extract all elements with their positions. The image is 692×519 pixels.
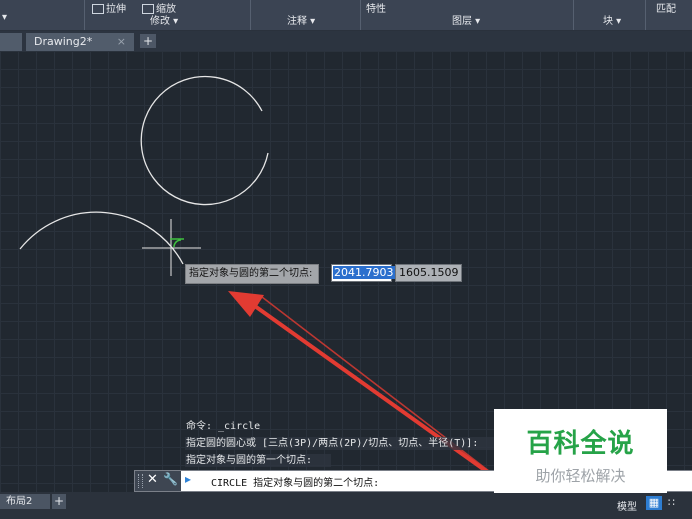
close-icon[interactable]: ✕ [147,472,158,487]
x-coordinate-value: 2041.7903 [333,266,395,279]
ribbon-separator [573,0,574,30]
tab-drawing2[interactable]: Drawing2* × [26,33,134,51]
circle-entity [140,75,269,206]
panel-modify-label[interactable]: 修改 ▾ [150,12,178,27]
command-input[interactable]: CIRCLE 指定对象与圆的第二个切点: [211,474,379,489]
stretch-icon [92,4,104,14]
wrench-icon[interactable]: 🔧 [163,472,178,486]
panel-layers-label[interactable]: 图层 ▾ [452,12,480,27]
x-coordinate-input[interactable]: 2041.7903 [331,264,395,282]
command-history-line: 命令: _circle [186,421,261,432]
panel-block-label[interactable]: 块 ▾ [603,12,621,27]
tab-layout2[interactable]: 布局2 [0,494,50,509]
ribbon-separator [84,0,85,30]
annotation-arrow-tail [261,296,499,479]
grid-icon[interactable]: ▦ [646,496,662,510]
match-properties-tool[interactable]: 匹配 [656,0,676,15]
stretch-tool[interactable]: 拉伸 [92,0,126,15]
command-history-line: 指定对象与圆的第一个切点: [185,454,331,467]
ribbon: 拉伸 缩放 特性 匹配 ▾ 修改 ▾ 注释 ▾ 图层 ▾ 块 ▾ [0,0,692,31]
snap-icon[interactable]: ∷ [668,496,675,509]
watermark-logo: 百科全说 助你轻松解决 [494,409,667,493]
add-layout-button[interactable]: + [52,494,66,509]
ribbon-expand-icon[interactable]: ▾ [2,12,7,23]
close-icon[interactable]: × [117,33,126,51]
annotation-arrowhead [228,291,264,317]
arc-entity [19,211,184,265]
model-space-button[interactable]: 模型 [617,498,637,513]
properties-tool[interactable]: 特性 [366,0,386,15]
ribbon-separator [360,0,361,30]
drag-handle[interactable] [138,474,143,488]
command-prompt-icon[interactable]: ▸ [185,472,191,486]
ribbon-separator [645,0,646,30]
status-bar: 布局2 + 模型 ▦ ∷ [0,492,692,519]
command-history-line: 指定圆的圆心或 [三点(3P)/两点(2P)/切点、切点、半径(T)]: [185,437,506,450]
document-tab-bar: Drawing2* × + [0,31,692,51]
watermark-subtitle: 助你轻松解决 [535,467,626,485]
dynamic-input-prompt: 指定对象与圆的第二个切点: [185,264,320,284]
command-line-controls: ✕ 🔧 [135,471,181,491]
ribbon-separator [250,0,251,30]
new-tab-button[interactable]: + [140,34,156,48]
tangent-snap-marker [170,238,184,248]
y-coordinate-input[interactable]: 1605.1509 [395,264,462,282]
watermark-title: 百科全说 [526,429,635,459]
panel-annotation-label[interactable]: 注释 ▾ [287,12,315,27]
tab-previous[interactable] [0,33,22,51]
tab-label: Drawing2* [34,35,93,48]
